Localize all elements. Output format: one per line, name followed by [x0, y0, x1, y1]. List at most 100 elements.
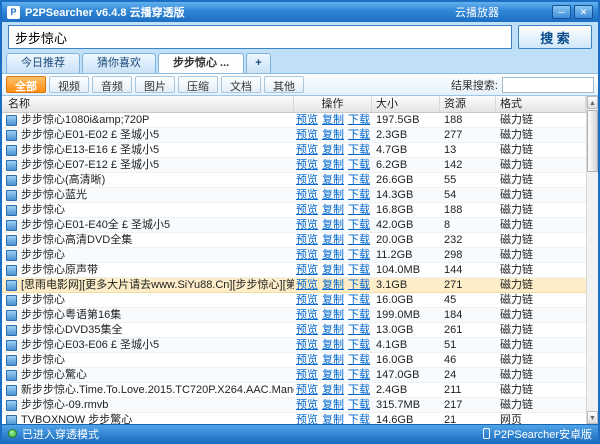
table-row[interactable]: TVBOXNOW 步步驚心 预览复制下载 14.6GB 21 网页 — [2, 413, 586, 424]
copy-link[interactable]: 复制 — [322, 338, 344, 352]
preview-link[interactable]: 预览 — [296, 293, 318, 307]
search-button[interactable]: 搜 索 — [518, 25, 592, 49]
preview-link[interactable]: 预览 — [296, 203, 318, 217]
preview-link[interactable]: 预览 — [296, 398, 318, 412]
preview-link[interactable]: 预览 — [296, 278, 318, 292]
download-link[interactable]: 下载 — [348, 128, 370, 142]
download-link[interactable]: 下载 — [348, 278, 370, 292]
table-row[interactable]: 步步惊心E01-E02 £ 圣城小5 预览复制下载 2.3GB 277 磁力链 — [2, 128, 586, 143]
preview-link[interactable]: 预览 — [296, 368, 318, 382]
table-row[interactable]: 步步惊心-09.rmvb 预览复制下载 315.7MB 217 磁力链 — [2, 398, 586, 413]
table-row[interactable]: 步步惊心E01-E40全 £ 圣城小5 预览复制下载 42.0GB 8 磁力链 — [2, 218, 586, 233]
table-row[interactable]: 步步惊心DVD35集全 预览复制下载 13.0GB 261 磁力链 — [2, 323, 586, 338]
filter-audio[interactable]: 音频 — [92, 76, 132, 93]
scrollbar-down-arrow-icon[interactable]: ▼ — [587, 411, 598, 424]
new-tab-button[interactable]: + — [246, 53, 270, 73]
download-link[interactable]: 下载 — [348, 353, 370, 367]
preview-link[interactable]: 预览 — [296, 143, 318, 157]
copy-link[interactable]: 复制 — [322, 323, 344, 337]
download-link[interactable]: 下载 — [348, 188, 370, 202]
table-row[interactable]: 步步惊心E13-E16 £ 圣城小5 预览复制下载 4.7GB 13 磁力链 — [2, 143, 586, 158]
preview-link[interactable]: 预览 — [296, 173, 318, 187]
download-link[interactable]: 下载 — [348, 383, 370, 397]
copy-link[interactable]: 复制 — [322, 413, 344, 424]
preview-link[interactable]: 预览 — [296, 113, 318, 127]
column-header-resources[interactable]: 资源 — [440, 96, 496, 112]
copy-link[interactable]: 复制 — [322, 233, 344, 247]
table-row[interactable]: 步步惊心(高清晰) 预览复制下载 26.6GB 55 磁力链 — [2, 173, 586, 188]
android-version-link[interactable]: P2PSearcher安卓版 — [483, 426, 592, 442]
table-row[interactable]: [思雨电影网][更多大片请去www.SiYu88.Cn][步步惊心][第25-3… — [2, 278, 586, 293]
preview-link[interactable]: 预览 — [296, 323, 318, 337]
download-link[interactable]: 下载 — [348, 323, 370, 337]
download-link[interactable]: 下载 — [348, 203, 370, 217]
preview-link[interactable]: 预览 — [296, 248, 318, 262]
tab-today-recommend[interactable]: 今日推荐 — [6, 53, 80, 73]
copy-link[interactable]: 复制 — [322, 113, 344, 127]
scrollbar-up-arrow-icon[interactable]: ▲ — [587, 96, 598, 109]
copy-link[interactable]: 复制 — [322, 188, 344, 202]
table-row[interactable]: 步步惊心驚心 预览复制下载 147.0GB 24 磁力链 — [2, 368, 586, 383]
table-row[interactable]: 步步惊心粤语第16集 预览复制下载 199.0MB 184 磁力链 — [2, 308, 586, 323]
column-header-format[interactable]: 格式 — [496, 96, 586, 112]
download-link[interactable]: 下载 — [348, 293, 370, 307]
close-button[interactable]: ✕ — [574, 5, 593, 19]
copy-link[interactable]: 复制 — [322, 263, 344, 277]
download-link[interactable]: 下载 — [348, 173, 370, 187]
download-link[interactable]: 下载 — [348, 263, 370, 277]
preview-link[interactable]: 预览 — [296, 413, 318, 424]
table-row[interactable]: 步步惊心E03-E06 £ 圣城小5 预览复制下载 4.1GB 51 磁力链 — [2, 338, 586, 353]
copy-link[interactable]: 复制 — [322, 383, 344, 397]
copy-link[interactable]: 复制 — [322, 278, 344, 292]
filter-all[interactable]: 全部 — [6, 76, 46, 93]
table-row[interactable]: 步步惊心E07-E12 £ 圣城小5 预览复制下载 6.2GB 142 磁力链 — [2, 158, 586, 173]
column-header-name[interactable]: 名称 — [2, 96, 294, 112]
download-link[interactable]: 下载 — [348, 248, 370, 262]
column-header-size[interactable]: 大小 — [372, 96, 440, 112]
copy-link[interactable]: 复制 — [322, 248, 344, 262]
download-link[interactable]: 下载 — [348, 158, 370, 172]
tab-guess-you-like[interactable]: 猜你喜欢 — [82, 53, 156, 73]
table-row[interactable]: 步步惊心高清DVD全集 预览复制下载 20.0GB 232 磁力链 — [2, 233, 586, 248]
download-link[interactable]: 下载 — [348, 113, 370, 127]
download-link[interactable]: 下载 — [348, 368, 370, 382]
result-search-input[interactable] — [502, 77, 594, 93]
download-link[interactable]: 下载 — [348, 218, 370, 232]
table-row[interactable]: 步步惊心 预览复制下载 16.0GB 46 磁力链 — [2, 353, 586, 368]
table-row[interactable]: 步步惊心 预览复制下载 11.2GB 298 磁力链 — [2, 248, 586, 263]
title-bar[interactable]: P P2PSearcher v6.4.8 云播穿透版 云播放器 ─ ✕ — [2, 2, 598, 22]
copy-link[interactable]: 复制 — [322, 308, 344, 322]
table-row[interactable]: 步步惊心 预览复制下载 16.8GB 188 磁力链 — [2, 203, 586, 218]
cloud-player-button[interactable]: 云播放器 — [455, 4, 499, 20]
column-header-actions[interactable]: 操作 — [294, 96, 372, 112]
download-link[interactable]: 下载 — [348, 143, 370, 157]
copy-link[interactable]: 复制 — [322, 203, 344, 217]
filter-archive[interactable]: 压缩 — [178, 76, 218, 93]
copy-link[interactable]: 复制 — [322, 143, 344, 157]
copy-link[interactable]: 复制 — [322, 128, 344, 142]
filter-other[interactable]: 其他 — [264, 76, 304, 93]
download-link[interactable]: 下载 — [348, 308, 370, 322]
preview-link[interactable]: 预览 — [296, 128, 318, 142]
copy-link[interactable]: 复制 — [322, 398, 344, 412]
preview-link[interactable]: 预览 — [296, 353, 318, 367]
filter-video[interactable]: 视频 — [49, 76, 89, 93]
copy-link[interactable]: 复制 — [322, 158, 344, 172]
filter-image[interactable]: 图片 — [135, 76, 175, 93]
download-link[interactable]: 下载 — [348, 338, 370, 352]
tab-search-result[interactable]: 步步惊心 ... — [158, 53, 244, 73]
vertical-scrollbar[interactable]: ▲ ▼ — [586, 96, 598, 424]
preview-link[interactable]: 预览 — [296, 188, 318, 202]
table-row[interactable]: 步步惊心原声带 预览复制下载 104.0MB 144 磁力链 — [2, 263, 586, 278]
preview-link[interactable]: 预览 — [296, 308, 318, 322]
copy-link[interactable]: 复制 — [322, 293, 344, 307]
preview-link[interactable]: 预览 — [296, 218, 318, 232]
download-link[interactable]: 下载 — [348, 398, 370, 412]
preview-link[interactable]: 预览 — [296, 383, 318, 397]
scrollbar-thumb[interactable] — [587, 110, 598, 172]
copy-link[interactable]: 复制 — [322, 173, 344, 187]
filter-document[interactable]: 文档 — [221, 76, 261, 93]
table-row[interactable]: 步步惊心蓝光 预览复制下载 14.3GB 54 磁力链 — [2, 188, 586, 203]
preview-link[interactable]: 预览 — [296, 233, 318, 247]
copy-link[interactable]: 复制 — [322, 218, 344, 232]
